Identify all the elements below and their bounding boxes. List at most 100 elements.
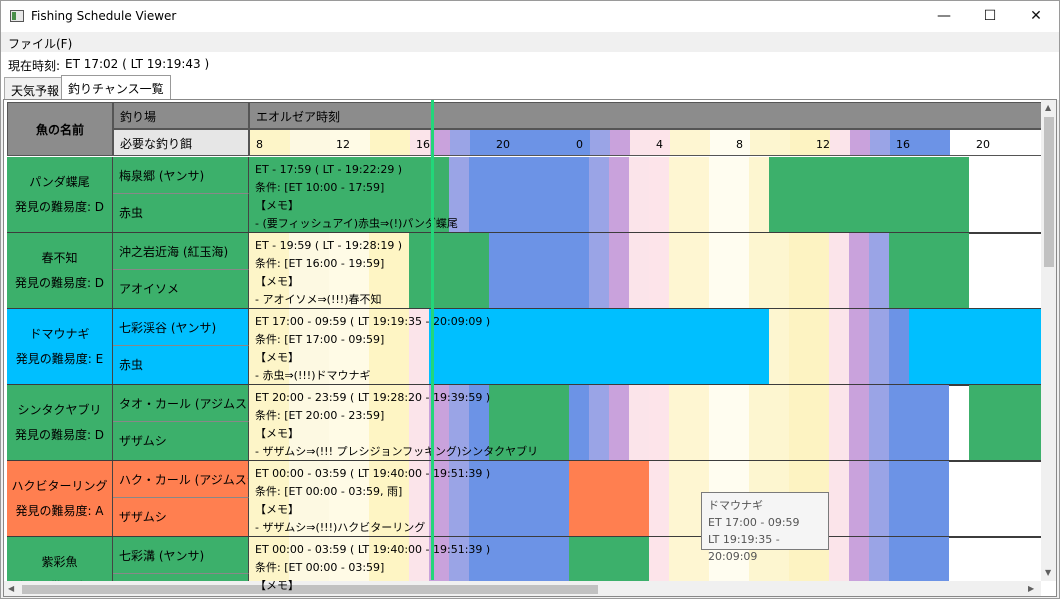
header-time-band: [470, 130, 550, 155]
fishing-spot-cell[interactable]: 梅泉郷 (ヤンサ): [113, 157, 249, 194]
header-time-band: [290, 130, 330, 155]
timeline-band: [849, 461, 869, 536]
title-bar[interactable]: Fishing Schedule Viewer — ☐ ✕: [1, 1, 1059, 32]
timeline-band: [829, 461, 849, 536]
header-time-band: [550, 130, 590, 155]
timeline-cell[interactable]: ET - 17:59 ( LT - 19:22:29 ) 条件: [ET 10:0…: [249, 157, 1042, 232]
fishing-window-bar[interactable]: [969, 385, 1042, 460]
info-line: ET - 19:59 ( LT - 19:28:19 ): [255, 239, 403, 252]
header-time-band: [610, 130, 630, 155]
fishing-window-bar[interactable]: [769, 157, 969, 232]
fish-info-text: ET 20:00 - 23:59 ( LT 19:28:20 - 19:39:5…: [255, 389, 538, 460]
header-eorzea-time[interactable]: エオルゼア時刻: [249, 102, 1042, 129]
fish-name: パンダ蝶尾: [29, 174, 90, 189]
maximize-button[interactable]: ☐: [967, 1, 1013, 32]
fish-name-cell[interactable]: ドマウナギ 発見の難易度: E: [7, 309, 113, 384]
fishing-spot-cell[interactable]: 沖之岩近海 (紅玉海): [113, 233, 249, 270]
timeline-band: [589, 157, 609, 232]
fish-row[interactable]: ドマウナギ 発見の難易度: E 七彩渓谷 (ヤンサ) 赤虫 ET 17:00 - 09:…: [7, 309, 1042, 386]
fishing-spot-cell[interactable]: ハク・カール (アジムステップ): [113, 461, 249, 498]
fishing-window-bar[interactable]: [909, 309, 1042, 384]
bait-cell[interactable]: 赤虫: [113, 194, 249, 232]
tooltip-fish-name: ドマウナギ: [708, 499, 763, 512]
info-line: 【メモ】: [255, 275, 299, 288]
header-time-band: [590, 130, 610, 155]
tab-weather-forecast[interactable]: 天気予報: [4, 77, 67, 100]
header-fish-name[interactable]: 魚の名前: [7, 102, 113, 156]
fish-difficulty: 発見の難易度: D: [14, 199, 105, 214]
fish-row[interactable]: シンタクヤブリ発見の難易度: Dタオ・カール (アジムステップ)ザザムシ ET 2…: [7, 385, 1042, 462]
fish-info-text: ET - 19:59 ( LT - 19:28:19 ) 条件: [ET 16:0…: [255, 237, 402, 308]
timeline-band: [629, 385, 649, 460]
time-tick-label: 8: [736, 138, 743, 151]
timeline-cell[interactable]: ET 00:00 - 03:59 ( LT 19:40:00 - 19:51:3…: [249, 461, 1042, 536]
timeline-band: [609, 385, 629, 460]
timeline-band: [869, 385, 889, 460]
info-line: ET 00:00 - 03:59 ( LT 19:40:00 - 19:51:3…: [255, 467, 491, 480]
timeline-band: [749, 233, 789, 308]
fish-row[interactable]: パンダ蝶尾 発見の難易度: D 梅泉郷 (ヤンサ) 赤虫 ET - 17:59 ( LT…: [7, 157, 1042, 234]
fish-name-cell[interactable]: 春不知 発見の難易度: D: [7, 233, 113, 308]
fishing-window-bar[interactable]: [569, 461, 649, 536]
tab-fishing-chance-list[interactable]: 釣りチャンス一覧: [61, 75, 171, 100]
bait-cell[interactable]: ザザムシ: [113, 422, 249, 460]
bait-cell[interactable]: ザザムシ: [113, 498, 249, 536]
header-time-band: [750, 130, 790, 155]
scroll-left-icon[interactable]: ◀: [8, 584, 14, 593]
header-time-band: [710, 130, 750, 155]
time-tick-label: 16: [416, 138, 430, 151]
menu-file[interactable]: ファイル(F): [8, 35, 72, 52]
tooltip-lt: LT 19:19:35 - 20:09:09: [708, 533, 780, 563]
timeline-band: [709, 233, 749, 308]
current-time-line: [431, 100, 434, 580]
menu-bar: ファイル(F): [1, 32, 1059, 52]
timeline-cell[interactable]: ET 17:00 - 09:59 ( LT 19:19:35 - 20:09:0…: [249, 309, 1042, 384]
timeline-cell[interactable]: ET 20:00 - 23:59 ( LT 19:28:20 - 19:39:5…: [249, 385, 1042, 460]
fish-name-cell[interactable]: ハクビターリング 発見の難易度: A: [7, 461, 113, 536]
timeline-band: [849, 309, 869, 384]
fish-difficulty: 発見の難易度: A: [15, 503, 104, 518]
current-time-value: ET 17:02 ( LT 19:19:43 ): [65, 57, 210, 71]
fish-name-cell[interactable]: パンダ蝶尾発見の難易度: D: [7, 157, 113, 232]
vertical-scrollbar[interactable]: ▲ ▼: [1041, 100, 1056, 581]
fishing-spot-cell[interactable]: タオ・カール (アジムステップ): [113, 385, 249, 422]
timeline-band: [649, 385, 669, 460]
timeline-band: [829, 233, 849, 308]
timeline-band: [549, 233, 589, 308]
fishing-window-bar[interactable]: [409, 233, 489, 308]
fishing-spot-cell[interactable]: 七彩溝 (ヤンサ): [113, 537, 249, 574]
window-title: Fishing Schedule Viewer: [31, 9, 177, 23]
vertical-scroll-thumb[interactable]: [1044, 117, 1054, 267]
bait-cell[interactable]: アオイソメ: [113, 270, 249, 308]
fish-row[interactable]: ハクビターリング発見の難易度: Aハク・カール (アジムステップ)ザザムシ ET …: [7, 461, 1042, 538]
close-button[interactable]: ✕: [1013, 1, 1059, 32]
scroll-up-icon[interactable]: ▲: [1045, 103, 1051, 112]
time-tick-label: 16: [896, 138, 910, 151]
info-line: - (要フィッシュアイ)赤虫⇒(!)パンダ蝶尾: [255, 217, 458, 230]
fishing-spot-cell[interactable]: 七彩渓谷 (ヤンサ): [113, 309, 249, 346]
horizontal-scrollbar[interactable]: ◀ ▶: [4, 581, 1041, 596]
header-fishing-spot[interactable]: 釣り場: [113, 102, 249, 129]
time-tick-label: 20: [976, 138, 990, 151]
timeline-band: [609, 157, 629, 232]
fishing-window-bar[interactable]: [889, 233, 969, 308]
timeline-band: [849, 233, 869, 308]
info-line: - アオイソメ⇒(!!!)春不知: [255, 293, 382, 306]
timeline-cell[interactable]: ET - 19:59 ( LT - 19:28:19 ) 条件: [ET 16:0…: [249, 233, 1042, 308]
scroll-right-icon[interactable]: ▶: [1028, 584, 1034, 593]
fish-name-cell[interactable]: シンタクヤブリ 発見の難易度: D: [7, 385, 113, 460]
fish-row[interactable]: 春不知 発見の難易度: D 沖之岩近海 (紅玉海) アオイソメ ET - 19:59 (…: [7, 233, 1042, 310]
header-bait[interactable]: 必要な釣り餌: [113, 129, 249, 156]
bait-cell[interactable]: 赤虫: [113, 346, 249, 384]
info-line: ET 00:00 - 03:59 ( LT 19:40:00 - 19:51:3…: [255, 543, 491, 556]
info-line: - ザザムシ⇒(!!! プレシジョンフッキング)シンタクヤブリ: [255, 445, 539, 458]
info-line: ET 20:00 - 23:59 ( LT 19:28:20 - 19:39:5…: [255, 391, 491, 404]
timeline-band: [789, 309, 829, 384]
info-line: 条件: [ET 10:00 - 17:59]: [255, 181, 385, 194]
timeline-band: [709, 385, 749, 460]
minimize-button[interactable]: —: [921, 1, 967, 32]
timeline-band: [609, 233, 629, 308]
header-time-band: [630, 130, 650, 155]
scroll-down-icon[interactable]: ▼: [1045, 568, 1051, 577]
timeline-band: [709, 157, 749, 232]
